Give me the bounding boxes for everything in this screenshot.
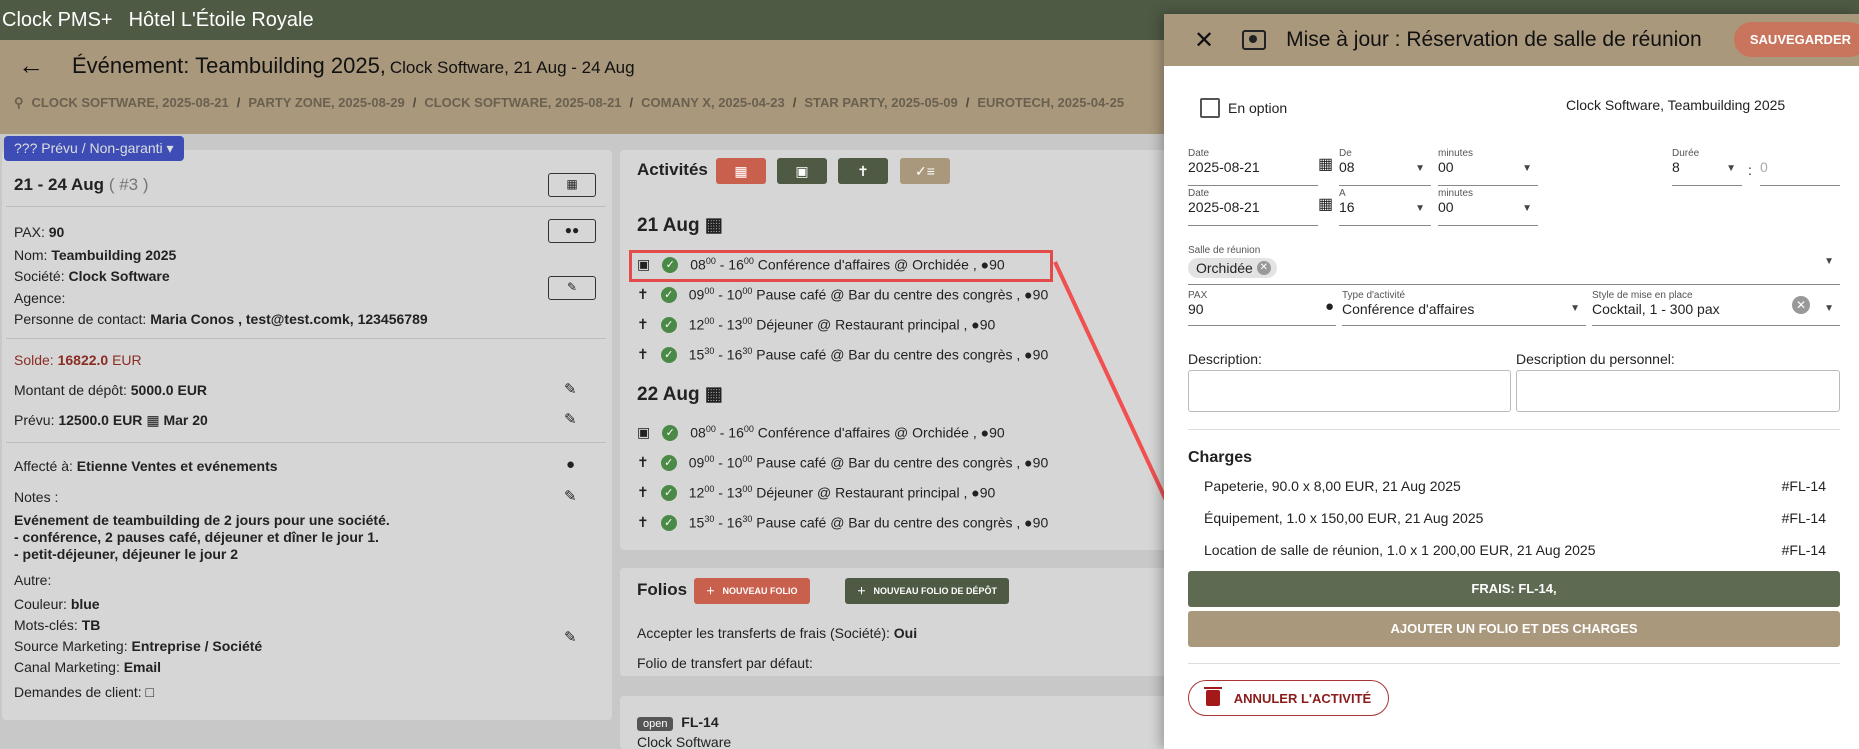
meeting-room-icon <box>1242 30 1267 50</box>
caret-down-icon: ▼ <box>1824 303 1834 314</box>
close-icon[interactable]: ✕ <box>1194 26 1214 55</box>
start-date-field[interactable]: Date 2025-08-21 <box>1188 148 1318 186</box>
end-hour-select[interactable]: A 16 ▼ <box>1339 188 1431 226</box>
meeting-room-select[interactable]: Salle de réunion Orchidée ✕ ▼ <box>1188 245 1840 285</box>
trash-icon <box>1203 687 1222 706</box>
end-date-field[interactable]: Date 2025-08-21 <box>1188 188 1318 226</box>
activity-type-select[interactable]: Type d'activité Conférence d'affaires ▼ <box>1342 290 1586 326</box>
add-folio-charges-button[interactable]: AJOUTER UN FOLIO ET DES CHARGES <box>1188 611 1840 647</box>
charge-row[interactable]: Location de salle de réunion, 1.0 x 1 20… <box>1204 542 1826 558</box>
duration-hours-select[interactable]: Durée 8 ▼ <box>1672 148 1742 186</box>
dialog-header: ✕ Mise à jour : Réservation de salle de … <box>1164 14 1859 66</box>
charge-row[interactable]: Équipement, 1.0 x 150,00 EUR, 21 Aug 202… <box>1204 510 1826 526</box>
duration-separator: : <box>1748 162 1752 178</box>
option-label: En option <box>1228 100 1288 116</box>
duration-minutes-input[interactable]: 0 <box>1760 148 1840 186</box>
caret-down-icon: ▼ <box>1726 163 1736 174</box>
fees-folio-button[interactable]: FRAIS: FL-14, <box>1188 571 1840 607</box>
option-checkbox[interactable] <box>1200 98 1220 118</box>
divider <box>1188 429 1840 430</box>
caret-down-icon: ▼ <box>1415 163 1425 174</box>
pax-input[interactable]: PAX 90 ● <box>1188 290 1336 326</box>
staff-description-input[interactable] <box>1516 370 1840 412</box>
cancel-activity-button[interactable]: ANNULER L'ACTIVITÉ <box>1188 680 1389 716</box>
calendar-icon[interactable]: ▦ <box>1318 194 1333 214</box>
caret-down-icon: ▼ <box>1522 163 1532 174</box>
caret-down-icon: ▼ <box>1570 303 1580 314</box>
calendar-icon[interactable]: ▦ <box>1318 154 1333 174</box>
description-input[interactable] <box>1188 370 1511 412</box>
booking-context: Clock Software, Teambuilding 2025 <box>1566 97 1786 113</box>
dialog-title: Mise à jour : Réservation de salle de ré… <box>1286 28 1702 51</box>
description-label: Description: <box>1188 351 1262 367</box>
caret-down-icon: ▼ <box>1522 203 1532 214</box>
start-minutes-select[interactable]: minutes 00 ▼ <box>1438 148 1538 186</box>
caret-down-icon: ▼ <box>1824 256 1834 267</box>
save-button[interactable]: SAUVEGARDER <box>1733 22 1859 57</box>
room-chip[interactable]: Orchidée ✕ <box>1188 258 1277 278</box>
caret-down-icon: ▼ <box>1415 203 1425 214</box>
person-icon: ● <box>1324 298 1334 315</box>
remove-chip-icon[interactable]: ✕ <box>1256 261 1271 275</box>
charges-title: Charges <box>1188 449 1253 466</box>
charge-row[interactable]: Papeterie, 90.0 x 8,00 EUR, 21 Aug 2025 #… <box>1204 478 1826 494</box>
end-minutes-select[interactable]: minutes 00 ▼ <box>1438 188 1538 226</box>
start-hour-select[interactable]: De 08 ▼ <box>1339 148 1431 186</box>
clear-icon[interactable]: ✕ <box>1792 296 1810 314</box>
staff-description-label: Description du personnel: <box>1516 351 1675 367</box>
divider <box>1188 663 1840 664</box>
